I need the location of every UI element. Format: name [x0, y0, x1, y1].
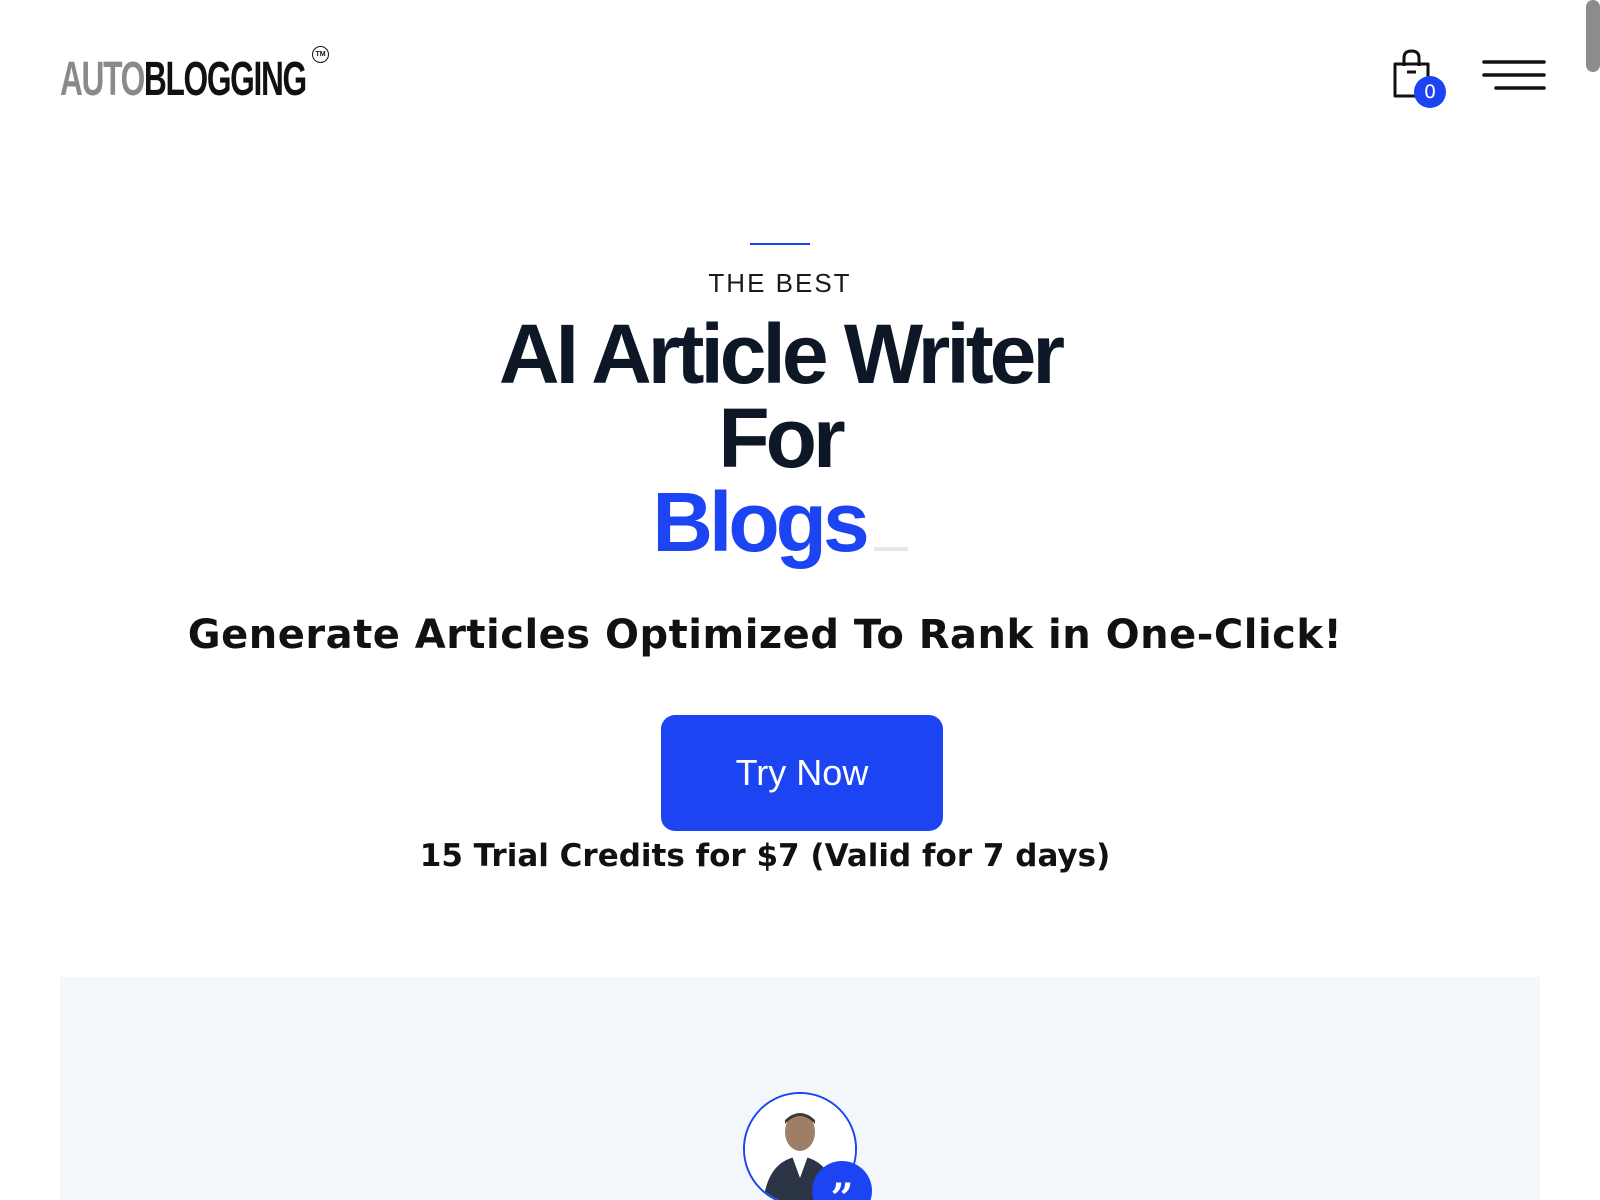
- eyebrow-divider: [750, 243, 810, 245]
- page: AUTOBLOGGING TM 0 THE BEST AI Article Wr…: [0, 0, 1600, 1200]
- rotating-word: Blogs: [652, 475, 869, 569]
- scrollbar-thumb[interactable]: [1586, 0, 1600, 72]
- hero-subheading: Generate Articles Optimized To Rank in O…: [187, 612, 1343, 658]
- testimonial-section: ”: [60, 977, 1540, 1200]
- menu-button[interactable]: [1482, 58, 1546, 98]
- hamburger-menu-icon: [1482, 60, 1546, 90]
- cart-count-badge: 0: [1414, 76, 1446, 108]
- try-now-button[interactable]: Try Now: [661, 715, 943, 831]
- trial-credits-note: 15 Trial Credits for $7 (Valid for 7 day…: [419, 838, 1111, 874]
- hero-title: AI Article Writer For: [0, 312, 1560, 480]
- logo-wordmark: AUTOBLOGGING: [60, 53, 307, 106]
- cart-button[interactable]: 0: [1390, 48, 1446, 108]
- logo-text-blogging: BLOGGING: [143, 53, 307, 106]
- hero-rotating-text: Blogs: [0, 480, 1560, 564]
- hero-title-line1: AI Article Writer: [498, 307, 1065, 401]
- logo-text-auto: AUTO: [60, 53, 145, 106]
- hero-eyebrow: THE BEST: [708, 268, 852, 298]
- hero-title-line2: For: [718, 391, 845, 485]
- typing-cursor: [873, 547, 908, 551]
- trademark-badge: TM: [312, 46, 329, 63]
